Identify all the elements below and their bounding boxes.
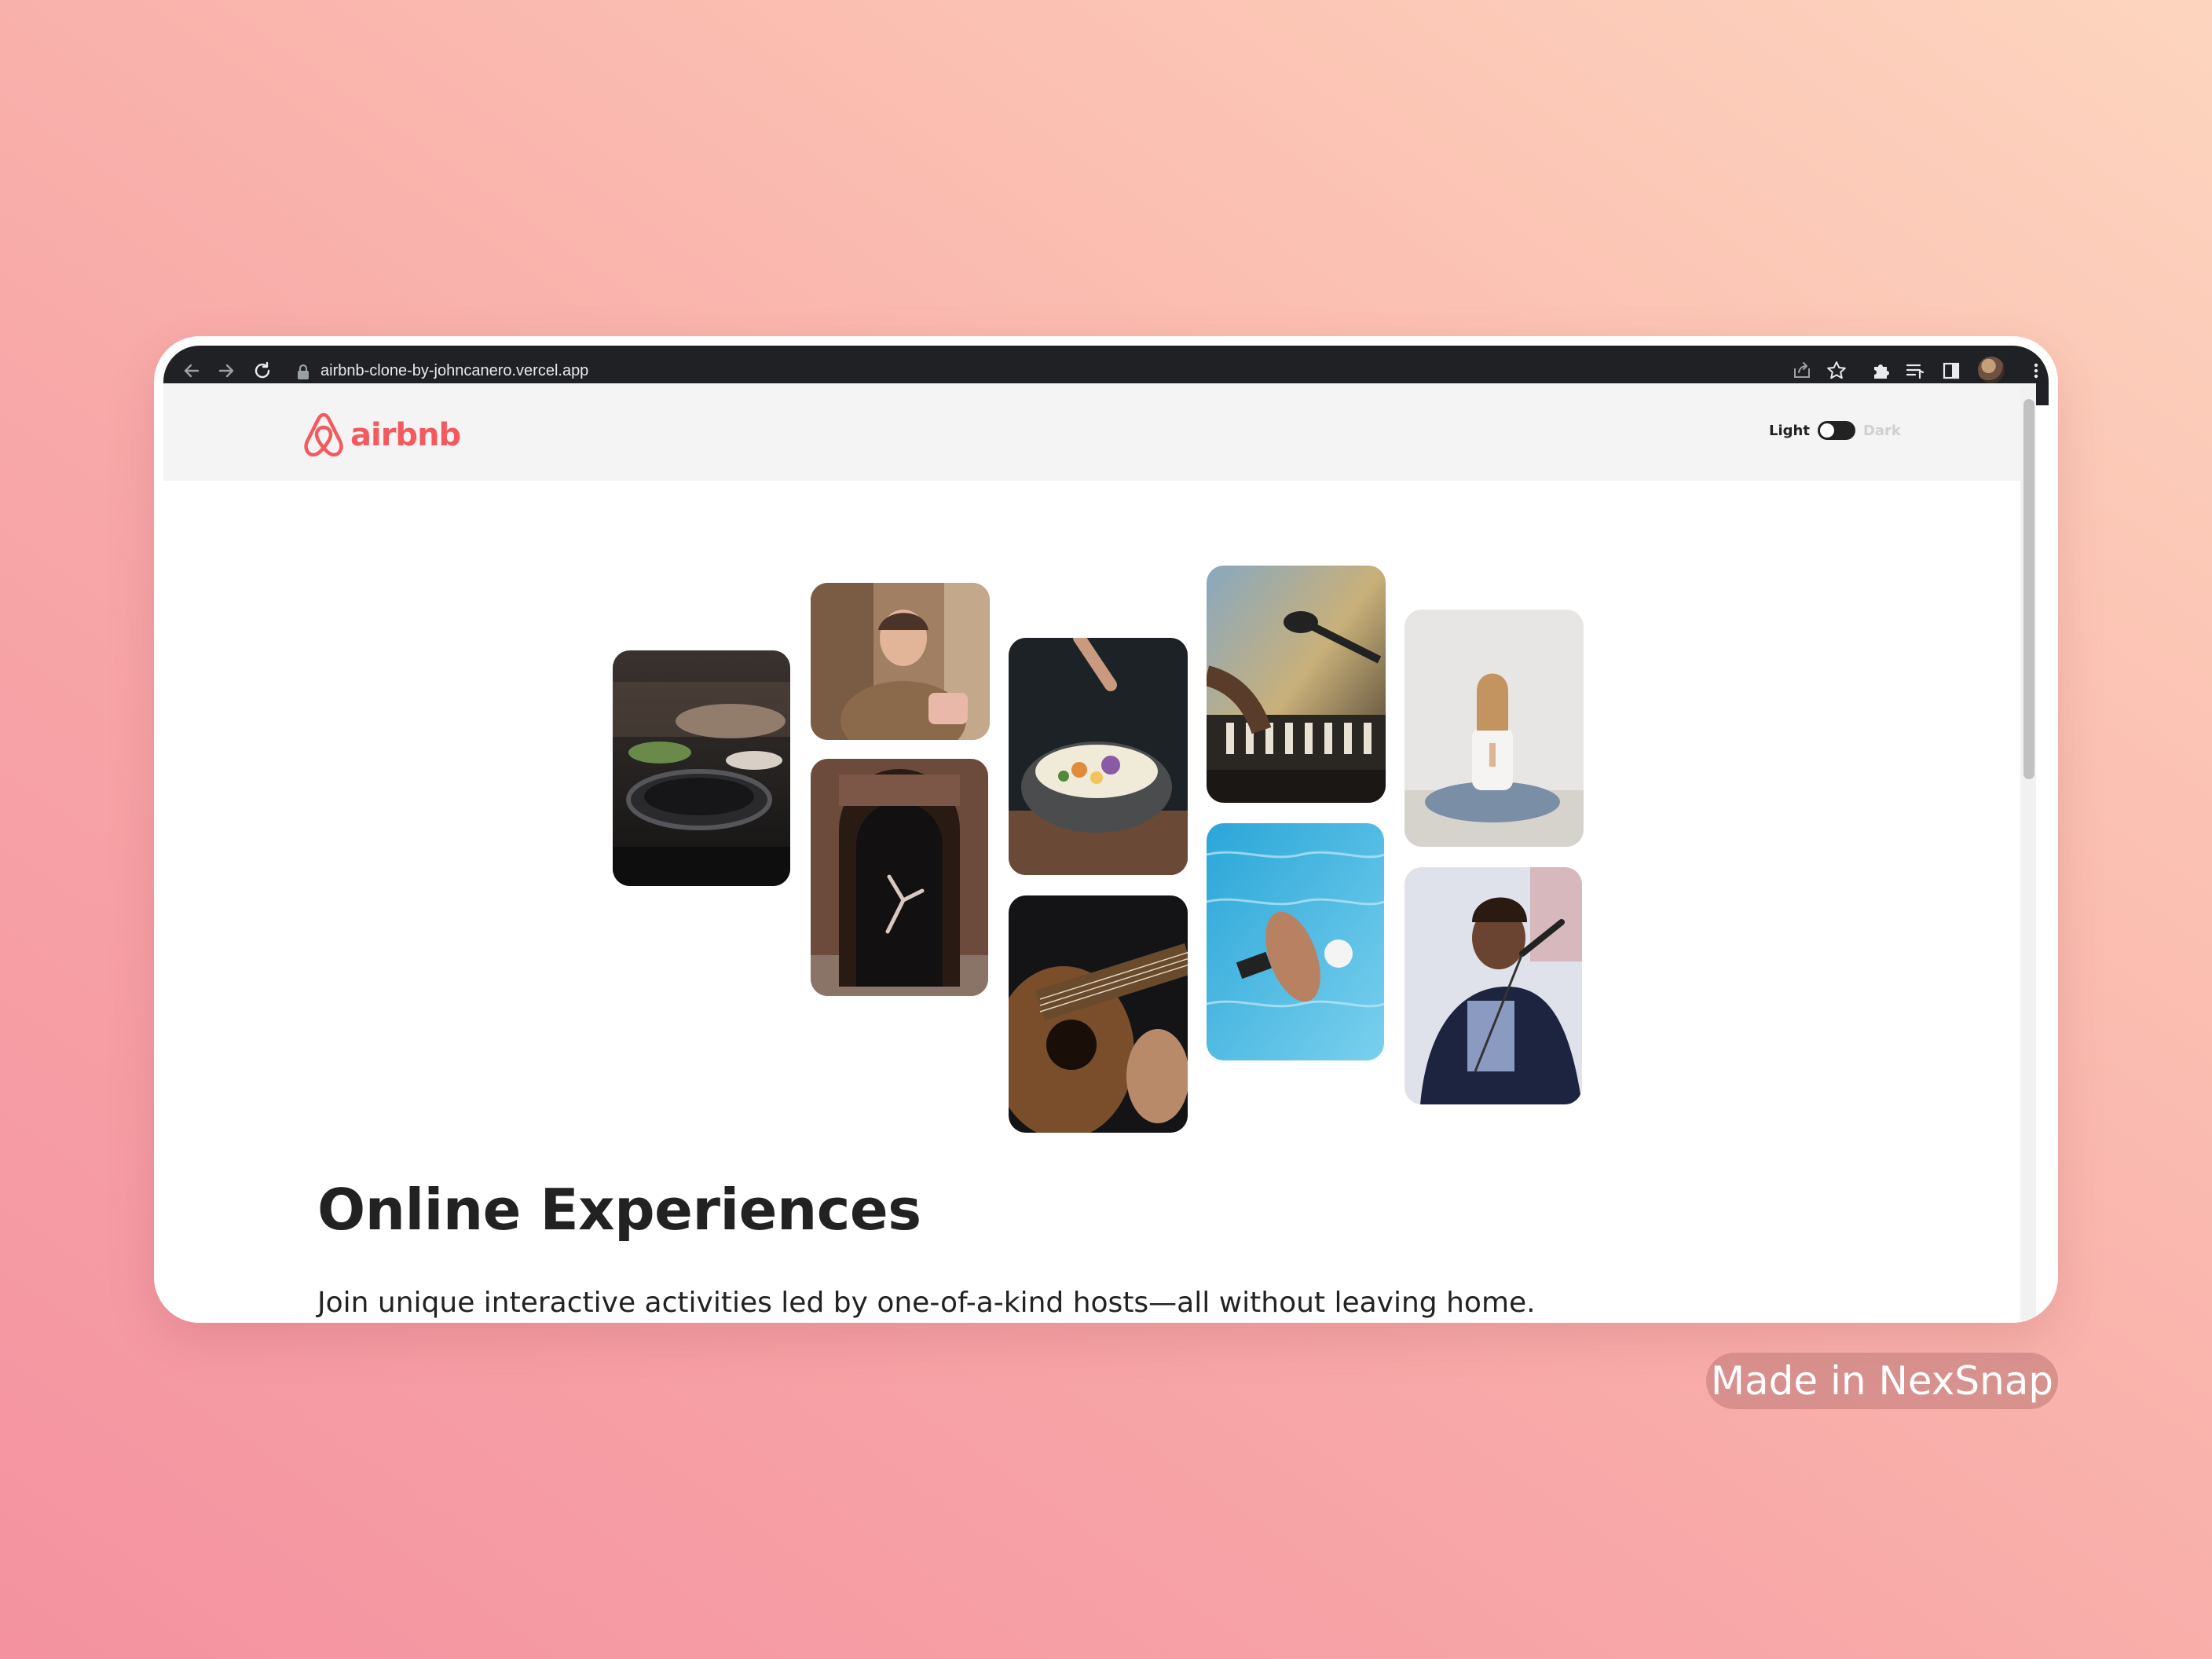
theme-switch[interactable] bbox=[1817, 421, 1855, 440]
forward-arrow-icon[interactable] bbox=[214, 358, 239, 383]
share-icon[interactable] bbox=[1789, 358, 1815, 383]
theme-switch-knob bbox=[1819, 423, 1834, 438]
profile-avatar[interactable] bbox=[1978, 357, 2005, 383]
scrollbar[interactable] bbox=[2020, 386, 2036, 1320]
reload-icon[interactable] bbox=[250, 358, 275, 383]
toggle-label-light: Light bbox=[1769, 422, 1810, 439]
airbnb-logo-icon bbox=[304, 412, 343, 457]
photo-dancer-doorway bbox=[811, 759, 988, 996]
page-viewport: airbnb Light Dark Online Experiences Joi… bbox=[163, 383, 2036, 1323]
watermark-badge: Made in NexSnap bbox=[1706, 1353, 2058, 1409]
scrollbar-thumb[interactable] bbox=[2023, 399, 2034, 779]
toggle-label-dark: Dark bbox=[1862, 422, 1901, 439]
photo-guitar bbox=[1009, 895, 1188, 1133]
photo-yoga bbox=[1404, 610, 1584, 847]
photo-swimmer bbox=[1207, 823, 1384, 1060]
photo-singer bbox=[1404, 867, 1582, 1104]
star-icon[interactable] bbox=[1824, 358, 1849, 383]
media-queue-icon[interactable] bbox=[1903, 358, 1928, 383]
photo-keyboard-microphone bbox=[1207, 566, 1386, 803]
puzzle-icon[interactable] bbox=[1868, 358, 1893, 383]
site-header: airbnb Light Dark bbox=[163, 383, 2036, 481]
side-panel-icon[interactable] bbox=[1939, 358, 1964, 383]
airbnb-logo[interactable]: airbnb bbox=[302, 412, 461, 459]
logo-wordmark: airbnb bbox=[350, 417, 461, 453]
theme-toggle[interactable]: Light Dark bbox=[1769, 421, 1901, 440]
back-arrow-icon[interactable] bbox=[179, 358, 204, 383]
browser-window: airbnb-clone-by-johncanero.vercel.app ai… bbox=[154, 336, 2058, 1323]
page-title: Online Experiences bbox=[317, 1177, 921, 1243]
menu-kebab-icon[interactable] bbox=[2023, 358, 2049, 383]
lock-icon[interactable] bbox=[295, 363, 311, 382]
photo-woman-kitchen bbox=[811, 583, 990, 740]
address-bar-url[interactable]: airbnb-clone-by-johncanero.vercel.app bbox=[320, 357, 588, 385]
photo-plating-bowl bbox=[1009, 638, 1188, 875]
photo-cooking-pan bbox=[613, 650, 790, 886]
page-subtitle: Join unique interactive activities led b… bbox=[317, 1287, 1536, 1319]
